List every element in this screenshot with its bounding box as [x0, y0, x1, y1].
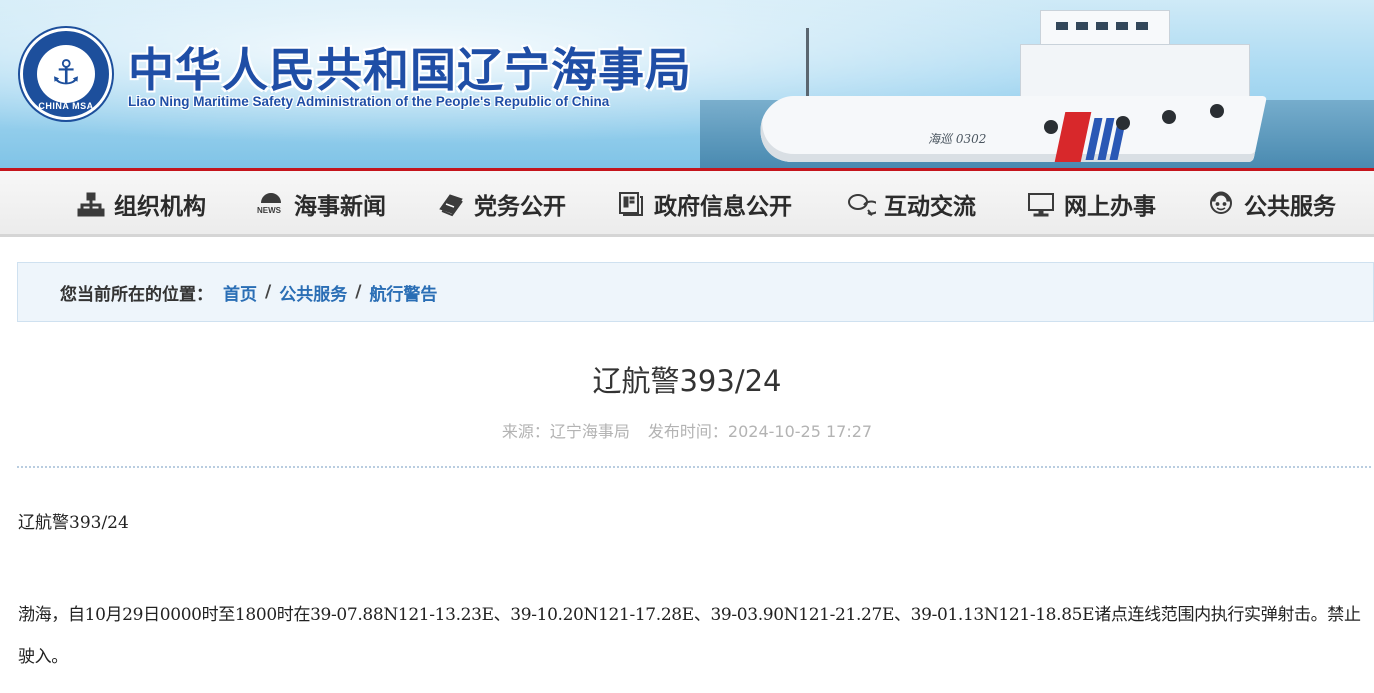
breadcrumb-link-navigation-warning[interactable]: 航行警告 [369, 280, 437, 305]
nav-label: 公共服务 [1244, 194, 1336, 220]
nav-label: 党务公开 [474, 194, 566, 220]
article-source: 来源：辽宁海事局 [501, 422, 630, 441]
ship-hull-name: 海巡 0302 [928, 132, 987, 146]
article-body-paragraph: 渤海，自10月29日0000时至1800时在39-07.88N121-13.23… [18, 605, 1361, 667]
ship-window [1116, 22, 1128, 30]
article-title: 辽航警393/24 [592, 364, 782, 398]
monitor-icon [1026, 189, 1056, 219]
nav-label: 海事新闻 [294, 194, 386, 220]
main-nav: 组织机构 NEWS 海事新闻 党务公开 政府信息公开 互动交流 网上办事 公共服… [0, 171, 1374, 237]
anchor-icon: ⚓ [50, 53, 82, 93]
nav-item-interaction[interactable]: 互动交流 [846, 171, 976, 237]
breadcrumb: 您当前所在的位置： 首页 / 公共服务 / 航行警告 [17, 262, 1374, 322]
ship-superstructure [1020, 44, 1250, 104]
nav-label: 网上办事 [1064, 194, 1156, 220]
article-body-heading: 辽航警393/24 [18, 513, 129, 533]
ship-fender [1044, 120, 1058, 134]
article-meta: 来源：辽宁海事局 发布时间：2024-10-25 17:27 [0, 418, 1374, 442]
patrol-ship-image: 海巡 0302 [752, 0, 1300, 170]
china-msa-logo: ⚓ CHINA MSA [20, 28, 112, 120]
nav-item-party-affairs[interactable]: 党务公开 [436, 171, 566, 237]
site-title: 中华人民共和国辽宁海事局 [128, 43, 692, 97]
ship-fender [1210, 104, 1224, 118]
org-chart-icon [76, 189, 106, 219]
ship-fender [1162, 110, 1176, 124]
service-person-icon [1206, 189, 1236, 219]
ship-mast [806, 28, 809, 100]
ship-fender [1116, 116, 1130, 130]
ship-window [1076, 22, 1088, 30]
article-publish-time: 发布时间：2024-10-25 17:27 [647, 422, 873, 441]
ship-hull [752, 96, 1268, 162]
breadcrumb-prefix: 您当前所在的位置： [60, 284, 213, 305]
site-banner: 海巡 0302 ⚓ CHINA MSA 中华人民共和国辽宁海事局 Liao Ni… [0, 0, 1374, 170]
book-icon [436, 189, 466, 219]
nav-item-online-service[interactable]: 网上办事 [1026, 171, 1156, 237]
ship-window [1056, 22, 1068, 30]
nav-item-public-service[interactable]: 公共服务 [1206, 171, 1336, 237]
ship-window [1136, 22, 1148, 30]
nav-item-gov-info[interactable]: 政府信息公开 [616, 171, 792, 237]
breadcrumb-separator: / [265, 282, 272, 302]
chat-icon [846, 189, 881, 219]
logo-text: CHINA MSA [38, 101, 94, 111]
site-title-english: Liao Ning Maritime Safety Administration… [128, 94, 610, 109]
breadcrumb-separator: / [355, 282, 362, 302]
nav-label: 政府信息公开 [654, 194, 792, 220]
breadcrumb-link-home[interactable]: 首页 [223, 280, 257, 305]
svg-text:NEWS: NEWS [257, 206, 282, 215]
nav-item-organization[interactable]: 组织机构 [76, 171, 206, 237]
ship-window [1096, 22, 1108, 30]
article-divider [17, 466, 1371, 468]
nav-item-news[interactable]: NEWS 海事新闻 [256, 171, 386, 237]
news-icon: NEWS [256, 189, 286, 219]
nav-label: 组织机构 [114, 194, 206, 220]
document-icon [616, 189, 646, 219]
breadcrumb-link-public-service[interactable]: 公共服务 [279, 280, 347, 305]
nav-label: 互动交流 [884, 194, 976, 220]
logo-inner: ⚓ [37, 45, 95, 103]
